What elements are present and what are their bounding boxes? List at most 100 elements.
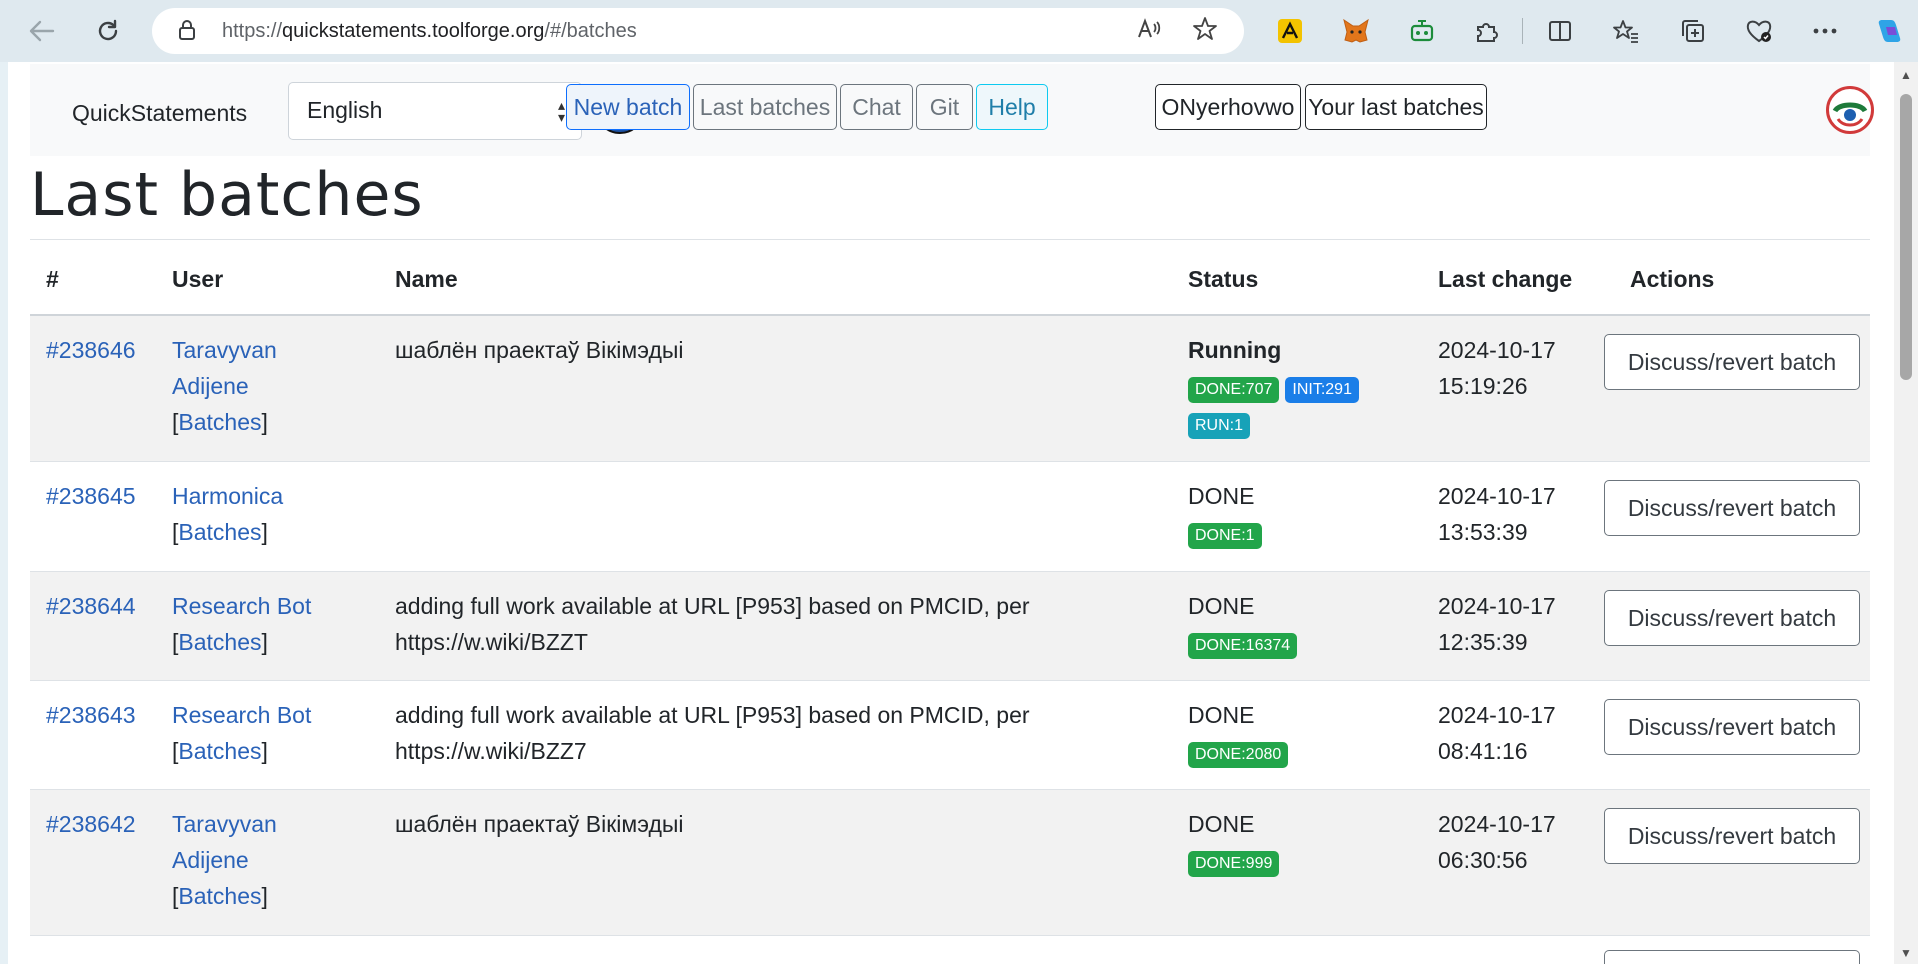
user-link[interactable]: Taravyvan Adijene bbox=[172, 806, 277, 878]
app-navbar: QuickStatements English ▴ ▾ New batch Las… bbox=[30, 64, 1874, 156]
status-badge-done: DONE:707 bbox=[1188, 377, 1280, 403]
new-batch-button[interactable]: New batch bbox=[566, 84, 690, 130]
table-row-partial bbox=[30, 936, 1870, 964]
batch-name: adding full work available at URL [P953]… bbox=[395, 697, 1030, 769]
status-cell: DONE DONE:16374 bbox=[1188, 588, 1303, 660]
back-arrow-icon[interactable] bbox=[22, 11, 62, 51]
batch-id-link[interactable]: #238645 bbox=[46, 478, 136, 514]
page-scrollbar[interactable]: ▲ ▼ bbox=[1894, 62, 1918, 964]
your-last-batches-button[interactable]: Your last batches bbox=[1305, 84, 1487, 130]
extension-yellow-icon[interactable] bbox=[1273, 14, 1307, 48]
user-link[interactable]: Research Bot bbox=[172, 588, 311, 624]
batch-name-line1: adding full work available at URL [P953]… bbox=[395, 593, 1030, 619]
batches-link-wrapper: [Batches] bbox=[172, 629, 268, 655]
batch-id-link[interactable]: #238644 bbox=[46, 588, 136, 624]
brand-title[interactable]: QuickStatements bbox=[72, 100, 247, 127]
discuss-revert-button[interactable]: Discuss/revert batch bbox=[1604, 480, 1860, 536]
status-cell: Running DONE:707 INIT:291 RUN:1 bbox=[1188, 332, 1365, 440]
browser-essentials-heart-icon[interactable] bbox=[1742, 14, 1776, 48]
status-cell: DONE DONE:2080 bbox=[1188, 697, 1294, 769]
user-name-line2: Adijene bbox=[172, 847, 249, 873]
user-batches-link[interactable]: Batches bbox=[178, 629, 261, 655]
url-path: /#/batches bbox=[544, 20, 637, 42]
batch-id-link[interactable]: #238642 bbox=[46, 806, 136, 842]
url-prefix: https:// bbox=[222, 20, 283, 42]
url-text[interactable]: https://quickstatements.toolforge.org/#/… bbox=[222, 20, 637, 43]
user-link[interactable]: Harmonica bbox=[172, 478, 283, 514]
help-button[interactable]: Help bbox=[976, 84, 1048, 130]
favorites-icon[interactable] bbox=[1609, 14, 1643, 48]
user-avatar[interactable] bbox=[1826, 86, 1874, 134]
more-menu-icon[interactable] bbox=[1808, 14, 1842, 48]
language-select[interactable]: English ▴ ▾ bbox=[288, 82, 582, 140]
user-cell: Research Bot [Batches] bbox=[172, 588, 311, 660]
status-badge-done: DONE:16374 bbox=[1188, 633, 1298, 659]
column-header-status: Status bbox=[1188, 266, 1259, 292]
batch-id-link[interactable]: #238646 bbox=[46, 332, 136, 368]
batch-name-line2: https://w.wiki/BZZ7 bbox=[395, 738, 587, 764]
table-row: #238645 Harmonica [Batches] DONE DONE:1 … bbox=[30, 462, 1870, 572]
column-header-actions: Actions bbox=[1630, 266, 1715, 292]
last-change-date: 2024-10-17 bbox=[1438, 702, 1556, 728]
last-change-time: 15:19:26 bbox=[1438, 373, 1528, 399]
status-cell: DONE DONE:999 bbox=[1188, 806, 1285, 878]
chat-button[interactable]: Chat bbox=[840, 84, 913, 130]
status-text: DONE bbox=[1188, 593, 1255, 619]
discuss-revert-button-partial[interactable] bbox=[1604, 950, 1860, 964]
metamask-fox-icon[interactable] bbox=[1339, 14, 1373, 48]
table-row: #238644 Research Bot [Batches] adding fu… bbox=[30, 572, 1870, 681]
favorite-star-icon[interactable] bbox=[1192, 16, 1218, 49]
batch-name: adding full work available at URL [P953]… bbox=[395, 588, 1030, 660]
username-button[interactable]: ONyerhovwo bbox=[1155, 84, 1301, 130]
page-viewport: QuickStatements English ▴ ▾ New batch Las… bbox=[8, 62, 1894, 964]
last-change-time: 08:41:16 bbox=[1438, 738, 1528, 764]
batch-name-line2: https://w.wiki/BZZT bbox=[395, 629, 588, 655]
last-batches-button[interactable]: Last batches bbox=[693, 84, 837, 130]
batches-link-wrapper: [Batches] bbox=[172, 519, 268, 545]
lock-icon[interactable] bbox=[178, 19, 196, 46]
column-header-name: Name bbox=[395, 266, 458, 292]
status-badge-init: INIT:291 bbox=[1285, 377, 1359, 403]
read-aloud-icon[interactable] bbox=[1136, 16, 1162, 49]
collections-icon[interactable] bbox=[1676, 14, 1710, 48]
status-text: Running bbox=[1188, 337, 1282, 363]
last-change-time: 06:30:56 bbox=[1438, 847, 1528, 873]
user-name-line1: Taravyvan bbox=[172, 337, 277, 363]
scrollbar-thumb[interactable] bbox=[1900, 94, 1912, 380]
table-row: #238646 Taravyvan Adijene [Batches] шаблё… bbox=[30, 316, 1870, 462]
page-title: Last batches bbox=[30, 160, 424, 230]
scroll-down-arrow-icon[interactable]: ▼ bbox=[1900, 946, 1912, 960]
last-change-cell: 2024-10-17 08:41:16 bbox=[1438, 697, 1556, 769]
user-batches-link[interactable]: Batches bbox=[178, 738, 261, 764]
extension-robot-icon[interactable] bbox=[1405, 14, 1439, 48]
discuss-revert-button[interactable]: Discuss/revert batch bbox=[1604, 699, 1860, 755]
user-cell: Research Bot [Batches] bbox=[172, 697, 311, 769]
user-cell: Harmonica [Batches] bbox=[172, 478, 283, 550]
reload-icon[interactable] bbox=[88, 11, 128, 51]
select-caret-icon: ▴ ▾ bbox=[557, 97, 565, 125]
last-change-date: 2024-10-17 bbox=[1438, 593, 1556, 619]
user-link[interactable]: Taravyvan Adijene bbox=[172, 332, 277, 404]
split-screen-icon[interactable] bbox=[1543, 14, 1577, 48]
status-badge-done: DONE:2080 bbox=[1188, 742, 1289, 768]
extensions-puzzle-icon[interactable] bbox=[1470, 14, 1504, 48]
git-button[interactable]: Git bbox=[916, 84, 973, 130]
discuss-revert-button[interactable]: Discuss/revert batch bbox=[1604, 590, 1860, 646]
user-batches-link[interactable]: Batches bbox=[178, 519, 261, 545]
table-row: #238643 Research Bot [Batches] adding fu… bbox=[30, 681, 1870, 790]
batches-link-wrapper: [Batches] bbox=[172, 883, 268, 909]
user-batches-link[interactable]: Batches bbox=[178, 409, 261, 435]
user-batches-link[interactable]: Batches bbox=[178, 883, 261, 909]
scroll-up-arrow-icon[interactable]: ▲ bbox=[1900, 68, 1912, 82]
discuss-revert-button[interactable]: Discuss/revert batch bbox=[1604, 334, 1860, 390]
column-header-user: User bbox=[172, 266, 224, 292]
address-bar[interactable]: https://quickstatements.toolforge.org/#/… bbox=[152, 8, 1244, 54]
batch-id-link[interactable]: #238643 bbox=[46, 697, 136, 733]
column-header-number: # bbox=[46, 266, 59, 292]
user-link[interactable]: Research Bot bbox=[172, 697, 311, 733]
copilot-icon[interactable] bbox=[1872, 14, 1906, 48]
discuss-revert-button[interactable]: Discuss/revert batch bbox=[1604, 808, 1860, 864]
url-host: quickstatements.toolforge.org bbox=[282, 20, 545, 42]
last-change-date: 2024-10-17 bbox=[1438, 337, 1556, 363]
user-name-line2: Adijene bbox=[172, 373, 249, 399]
